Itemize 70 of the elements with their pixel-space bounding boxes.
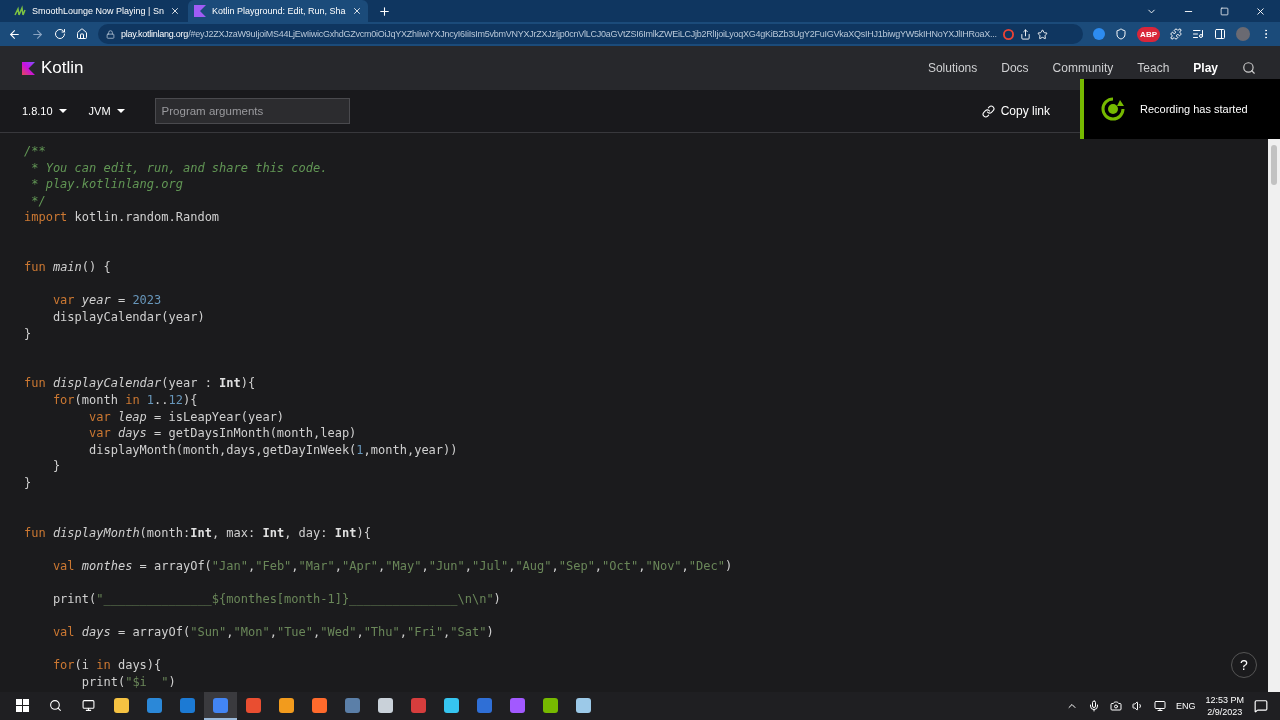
nav-link[interactable]: Teach bbox=[1137, 61, 1170, 75]
reload-icon[interactable] bbox=[54, 28, 66, 40]
code-line: var leap = isLeapYear(year) bbox=[88, 408, 285, 426]
microphone-icon[interactable] bbox=[1087, 700, 1100, 712]
code-line: * You can edit, run, and share this code. bbox=[30, 159, 328, 177]
recording-icon bbox=[1100, 96, 1126, 122]
notification-icon[interactable] bbox=[1254, 699, 1268, 713]
windows-icon[interactable] bbox=[16, 698, 29, 712]
code-line: fun main() { bbox=[24, 259, 111, 276]
restore-icon[interactable] bbox=[1220, 6, 1229, 16]
program-arguments-field[interactable]: Program arguments bbox=[154, 98, 350, 124]
side-panel-icon[interactable] bbox=[1214, 28, 1226, 40]
lock-icon bbox=[106, 29, 115, 39]
target-dropdown[interactable]: JVM bbox=[88, 105, 125, 117]
help-button[interactable]: ? bbox=[1231, 652, 1257, 678]
code-line: fun displayMonth(month:Int, max: Int, day: Int){ bbox=[24, 524, 371, 542]
nav-link[interactable]: Community bbox=[1052, 61, 1114, 75]
code-line: fun displayCalendar(year : Int){ bbox=[24, 375, 256, 392]
clock-date[interactable]: 2/9/2023 bbox=[1207, 706, 1243, 718]
kotlin-logo-icon bbox=[193, 5, 206, 17]
playlist-icon[interactable] bbox=[1192, 28, 1204, 40]
star-icon[interactable] bbox=[1036, 28, 1048, 40]
site-logo[interactable]: Kotlin bbox=[41, 58, 84, 78]
code-line: } bbox=[24, 325, 32, 343]
new-tab-icon[interactable] bbox=[377, 5, 391, 18]
code-line: displayMonth(month,days,getDayInWeek(1,month,year)) bbox=[88, 441, 458, 459]
code-line: */ bbox=[30, 192, 46, 210]
address-bar[interactable]: play.kotlinlang.org/#eyJ2ZXJzaW9uIjoiMS44LjEwIiwicGxhdGZvcm0iOiJqYXZhIiwiYXJncyI6IiIsIm5vbmVNYXJrZXJzIjp0cnVlLCJ0aGVtZSI6ImlkZWEiLCJjb2RlIjoiLyoqXG4gKiBZb3UgY2FuIGVkaXQsIHJ1biwgYW5kIHNoYXJlIHRoaX... bbox=[98, 24, 1084, 44]
code-line: } bbox=[24, 474, 32, 492]
version-dropdown[interactable]: 1.8.10 bbox=[22, 105, 67, 117]
nav-link[interactable]: Solutions bbox=[927, 61, 978, 75]
taskbar-app[interactable] bbox=[204, 692, 237, 720]
code-line: val monthes = arrayOf("Jan","Feb","Mar","Apr","May","Jun","Jul","Aug","Sep","Oct","Nov","Dec") bbox=[51, 557, 733, 575]
home-icon[interactable] bbox=[76, 28, 88, 40]
code-line: import kotlin.random.Random bbox=[24, 209, 220, 226]
browser-tab[interactable]: SmoothLounge Now Playing | Sn bbox=[8, 0, 186, 22]
code-line: } bbox=[51, 458, 61, 475]
code-line: var days = getDaysInMonth(month,leap) bbox=[88, 425, 357, 442]
code-line: var year = 2023 bbox=[51, 292, 162, 309]
close-icon[interactable] bbox=[351, 6, 362, 16]
toast-message: Recording has started bbox=[1140, 103, 1248, 115]
nav-link[interactable]: Play bbox=[1193, 61, 1218, 75]
url-text: play.kotlinlang.org/#eyJ2ZXJzaW9uIjoiMS44LjEwIiwicGxhdGZvcm0iOiJqYXZhIiwiYXJncyI6IiIsIm5vbmVNYXJrZXJzIjp0cnVlLCJ0aGVtZSI6ImlkZWEiLCJjb2RlIjoiLyoqXG4gKiBZb3UgY2FuIGVkaXQsIHJ1biwgYW5kIHNoYXJlIHRoaX... bbox=[121, 29, 997, 39]
code-line: val days = arrayOf("Sun","Mon","Tue","Wed","Thu","Fri","Sat") bbox=[51, 624, 494, 641]
code-line: for(month in 1..12){ bbox=[51, 391, 198, 409]
browser-tab[interactable]: Kotlin Playground: Edit, Run, Sha bbox=[187, 0, 368, 22]
language-indicator[interactable]: ENG bbox=[1175, 701, 1196, 711]
share-icon[interactable] bbox=[1019, 28, 1031, 40]
code-line: print("$i ") bbox=[80, 674, 176, 691]
close-icon[interactable] bbox=[1255, 5, 1266, 17]
code-line: * play.kotlinlang.org bbox=[30, 176, 183, 193]
code-line: for(i in days){ bbox=[51, 657, 162, 674]
extension-badge[interactable]: ABP bbox=[1137, 26, 1160, 42]
code-line: displayCalendar(year) bbox=[51, 308, 205, 326]
search-icon[interactable] bbox=[1242, 61, 1256, 75]
forward-icon[interactable] bbox=[31, 27, 44, 41]
code-line: print("_______________${monthes[month-1]}_______________\n\n") bbox=[51, 591, 501, 608]
camera-icon[interactable] bbox=[1109, 700, 1122, 712]
copy-link-button[interactable]: Copy link bbox=[975, 103, 1056, 119]
link-icon bbox=[981, 104, 995, 118]
nav-link[interactable]: Docs bbox=[1001, 61, 1029, 75]
clock-time[interactable]: 12:53 PM bbox=[1205, 694, 1244, 706]
close-icon[interactable] bbox=[169, 6, 180, 16]
shield-icon[interactable] bbox=[1115, 28, 1128, 40]
code-line: /** bbox=[24, 143, 46, 160]
back-icon[interactable] bbox=[8, 27, 21, 41]
kotlin-logo-icon bbox=[22, 61, 35, 75]
speaker-icon[interactable] bbox=[1131, 700, 1144, 712]
puzzle-icon[interactable] bbox=[1170, 28, 1182, 40]
search-icon[interactable] bbox=[49, 698, 62, 712]
